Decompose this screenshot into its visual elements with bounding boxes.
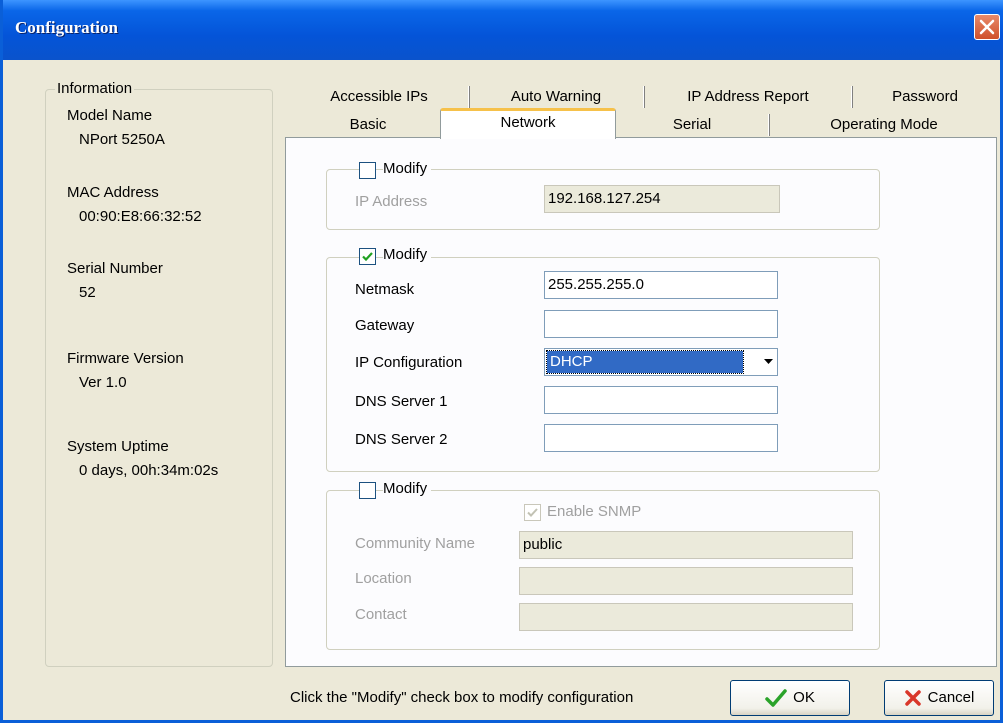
tab-ip-address-report[interactable]: IP Address Report <box>648 83 848 113</box>
ip-modify-checkbox[interactable] <box>359 162 376 179</box>
dns-server-2-label: DNS Server 2 <box>355 431 448 448</box>
netmask-label: Netmask <box>355 281 415 298</box>
ok-label: OK <box>793 689 815 706</box>
configuration-dialog: Configuration Information Model Name NPo… <box>0 0 1003 723</box>
system-uptime-value: 0 days, 00h:34m:02s <box>79 462 219 479</box>
model-name-value: NPort 5250A <box>79 131 165 148</box>
cancel-x-icon <box>904 690 921 706</box>
tab-separator <box>851 86 853 108</box>
tab-accessible-ips[interactable]: Accessible IPs <box>295 83 463 113</box>
model-name-label: Model Name <box>67 107 153 124</box>
tab-password[interactable]: Password <box>856 83 994 113</box>
contact-field[interactable] <box>519 603 853 631</box>
title-bar[interactable]: Configuration <box>3 0 1003 60</box>
tab-separator <box>643 86 645 108</box>
community-name-field[interactable]: public <box>519 531 853 559</box>
cancel-label: Cancel <box>927 689 975 706</box>
tab-separator <box>468 86 470 108</box>
location-label: Location <box>355 570 412 587</box>
serial-number-label: Serial Number <box>67 260 163 277</box>
tab-network[interactable]: Network <box>440 108 616 139</box>
ip-configuration-select[interactable]: DHCP <box>544 348 778 376</box>
ip-address-field[interactable]: 192.168.127.254 <box>544 185 780 213</box>
dns-server-1-field[interactable] <box>544 386 778 414</box>
checkmark-icon <box>765 689 787 707</box>
dns-server-1-label: DNS Server 1 <box>355 393 448 410</box>
footer-hint: Click the "Modify" check box to modify c… <box>290 689 634 706</box>
snmp-modify-checkbox[interactable] <box>359 482 376 499</box>
information-group-label: Information <box>55 80 135 97</box>
chevron-down-icon <box>764 359 773 364</box>
ip-configuration-selected: DHCP <box>546 350 744 374</box>
snmp-modify-label: Modify <box>383 480 432 497</box>
window-title: Configuration <box>15 18 118 37</box>
ok-button[interactable]: OK <box>730 680 850 716</box>
firmware-version-value: Ver 1.0 <box>79 374 127 391</box>
firmware-version-label: Firmware Version <box>67 350 184 367</box>
gateway-field[interactable] <box>544 310 778 338</box>
enable-snmp-checkbox[interactable] <box>524 504 541 521</box>
enable-snmp-label: Enable SNMP <box>547 503 642 520</box>
ip-configuration-label: IP Configuration <box>355 354 463 371</box>
ip-address-label: IP Address <box>355 193 428 210</box>
netmask-modify-label: Modify <box>383 246 432 263</box>
gateway-label: Gateway <box>355 317 415 334</box>
close-icon <box>979 19 995 35</box>
tab-separator <box>768 114 770 136</box>
netmask-field[interactable]: 255.255.255.0 <box>544 271 778 299</box>
checkmark-icon <box>362 252 373 262</box>
contact-label: Contact <box>355 606 407 623</box>
cancel-button[interactable]: Cancel <box>884 680 994 716</box>
ip-modify-label: Modify <box>383 160 432 177</box>
checkmark-icon <box>527 508 538 517</box>
community-name-label: Community Name <box>355 535 476 552</box>
serial-number-value: 52 <box>79 284 96 301</box>
mac-address-value: 00:90:E8:66:32:52 <box>79 208 202 225</box>
netmask-modify-checkbox[interactable] <box>359 248 376 265</box>
location-field[interactable] <box>519 567 853 595</box>
dns-server-2-field[interactable] <box>544 424 778 452</box>
system-uptime-label: System Uptime <box>67 438 169 455</box>
mac-address-label: MAC Address <box>67 184 159 201</box>
close-button[interactable] <box>974 14 1000 40</box>
